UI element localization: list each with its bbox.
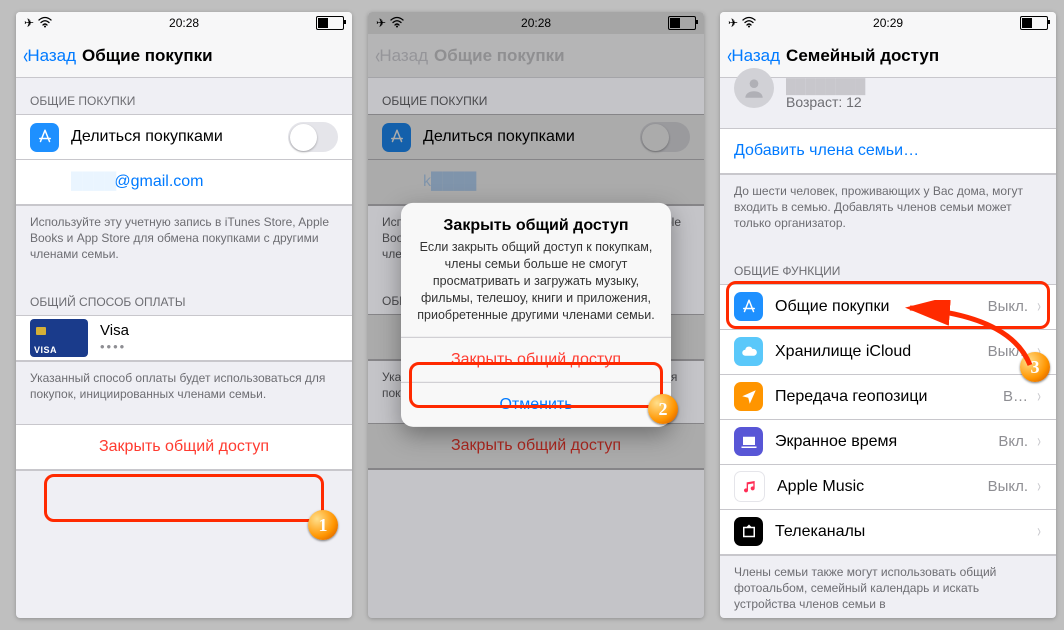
feature-label: Экранное время — [775, 433, 998, 451]
alert-message: Если закрыть общий доступ к покупкам, чл… — [401, 239, 671, 337]
nav-bar: ‹ Назад Общие покупки — [16, 34, 352, 78]
feature-value: Выкл. — [988, 298, 1028, 315]
chevron-left-icon: ‹ — [727, 43, 732, 69]
share-purchases-row[interactable]: Делиться покупками — [16, 114, 352, 159]
feature-value: Вкл. — [998, 433, 1028, 450]
account-email-row[interactable]: ████ @gmail.com — [16, 159, 352, 205]
feature-row-screentime[interactable]: Экранное времяВкл. › — [720, 419, 1056, 464]
visa-card-icon: VISA — [30, 319, 88, 357]
step-badge-3: 3 — [1020, 352, 1050, 382]
back-button[interactable]: ‹ Назад — [726, 43, 780, 69]
status-bar: ✈ 20:29 — [720, 12, 1056, 34]
add-member-button[interactable]: Добавить члена семьи… — [720, 128, 1056, 174]
appstore-icon — [30, 123, 59, 152]
phone-3: ✈ 20:29 ‹ Назад Сeмейный доступ ████████… — [720, 12, 1056, 618]
member-age: Возраст: 12 — [786, 94, 865, 110]
music-icon — [734, 471, 765, 502]
airplane-icon: ✈ — [24, 16, 34, 30]
family-member-row[interactable]: ████████ Возраст: 12 — [720, 78, 1056, 128]
alert-confirm-label: Закрыть общий доступ — [451, 351, 621, 369]
close-sharing-label: Закрыть общий доступ — [99, 438, 269, 456]
appstore-icon — [734, 292, 763, 321]
feature-label: Телеканалы — [775, 523, 1028, 541]
page-title: Общие покупки — [82, 46, 213, 66]
alert-confirm-button[interactable]: Закрыть общий доступ — [401, 337, 671, 382]
highlight-frame-1 — [44, 474, 324, 522]
back-label: Назад — [731, 46, 780, 66]
chevron-right-icon: › — [1037, 296, 1041, 317]
wifi-icon — [742, 16, 756, 31]
screentime-icon — [734, 427, 763, 456]
footer-payment-desc: Указанный способ оплаты будет использова… — [16, 362, 352, 418]
feature-row-appstore[interactable]: Общие покупкиВыкл. › — [720, 284, 1056, 329]
footer-members: До шести человек, проживающих у Вас дома… — [720, 175, 1056, 248]
tv-icon — [734, 517, 763, 546]
status-time: 20:28 — [169, 16, 199, 30]
chevron-left-icon: ‹ — [23, 43, 28, 69]
account-email: @gmail.com — [114, 173, 203, 191]
avatar-icon — [734, 68, 774, 108]
payment-method-row[interactable]: VISA Visa •••• — [16, 315, 352, 361]
step-badge-1: 1 — [308, 510, 338, 540]
status-bar: ✈ 20:28 — [16, 12, 352, 34]
phone-1: ✈ 20:28 ‹ Назад Общие покупки ОБЩИЕ ПОКУ… — [16, 12, 352, 618]
alert-cancel-label: Отменить — [499, 396, 572, 414]
chevron-right-icon: › — [1037, 386, 1041, 407]
chevron-right-icon: › — [1037, 476, 1041, 497]
feature-label: Передача геопозици — [775, 388, 1003, 406]
location-icon — [734, 382, 763, 411]
feature-value: В… — [1003, 388, 1028, 405]
battery-icon — [316, 16, 344, 30]
share-toggle[interactable] — [288, 122, 338, 152]
alert-cancel-button[interactable]: Отменить — [401, 382, 671, 427]
step-badge-2: 2 — [648, 394, 678, 424]
footer-features: Члены семьи также могут использовать общ… — [720, 556, 1056, 618]
page-title: Сeмейный доступ — [786, 46, 939, 66]
icloud-icon — [734, 337, 763, 366]
chevron-right-icon: › — [1037, 431, 1041, 452]
status-time: 20:29 — [873, 16, 903, 30]
back-button[interactable]: ‹ Назад — [22, 43, 76, 69]
footer-share-desc: Используйте эту учетную запись в iTunes … — [16, 206, 352, 279]
wifi-icon — [38, 16, 52, 31]
card-brand: Visa — [100, 322, 129, 339]
battery-icon — [1020, 16, 1048, 30]
close-sharing-button[interactable]: Закрыть общий доступ — [16, 424, 352, 470]
nav-bar: ‹ Назад Сeмейный доступ — [720, 34, 1056, 78]
feature-value: Выкл. — [988, 478, 1028, 495]
feature-label: Apple Music — [777, 478, 988, 496]
feature-label: Хранилище iCloud — [775, 343, 988, 361]
card-last4: •••• — [100, 339, 129, 354]
phone-2: ✈ 20:28 ‹ Назад Общие покупки ОБЩИЕ ПОКУ… — [368, 12, 704, 618]
share-purchases-label: Делиться покупками — [71, 128, 288, 146]
feature-row-icloud[interactable]: Хранилище iCloudВыкл.› — [720, 329, 1056, 374]
feature-row-music[interactable]: Apple MusicВыкл. › — [720, 464, 1056, 509]
section-header-payment: ОБЩИЙ СПОСОБ ОПЛАТЫ — [16, 279, 352, 315]
alert-title: Закрыть общий доступ — [401, 203, 671, 239]
add-member-label: Добавить члена семьи… — [734, 142, 919, 160]
back-label: Назад — [27, 46, 76, 66]
airplane-icon: ✈ — [728, 16, 738, 30]
section-header-features: ОБЩИЕ ФУНКЦИИ — [720, 248, 1056, 284]
feature-label: Общие покупки — [775, 298, 988, 316]
chevron-right-icon: › — [1037, 521, 1041, 542]
alert-sheet: Закрыть общий доступ Если закрыть общий … — [401, 203, 671, 427]
feature-row-location[interactable]: Передача геопозициВ… › — [720, 374, 1056, 419]
section-header-share: ОБЩИЕ ПОКУПКИ — [16, 78, 352, 114]
feature-row-tv[interactable]: Телеканалы › — [720, 509, 1056, 555]
